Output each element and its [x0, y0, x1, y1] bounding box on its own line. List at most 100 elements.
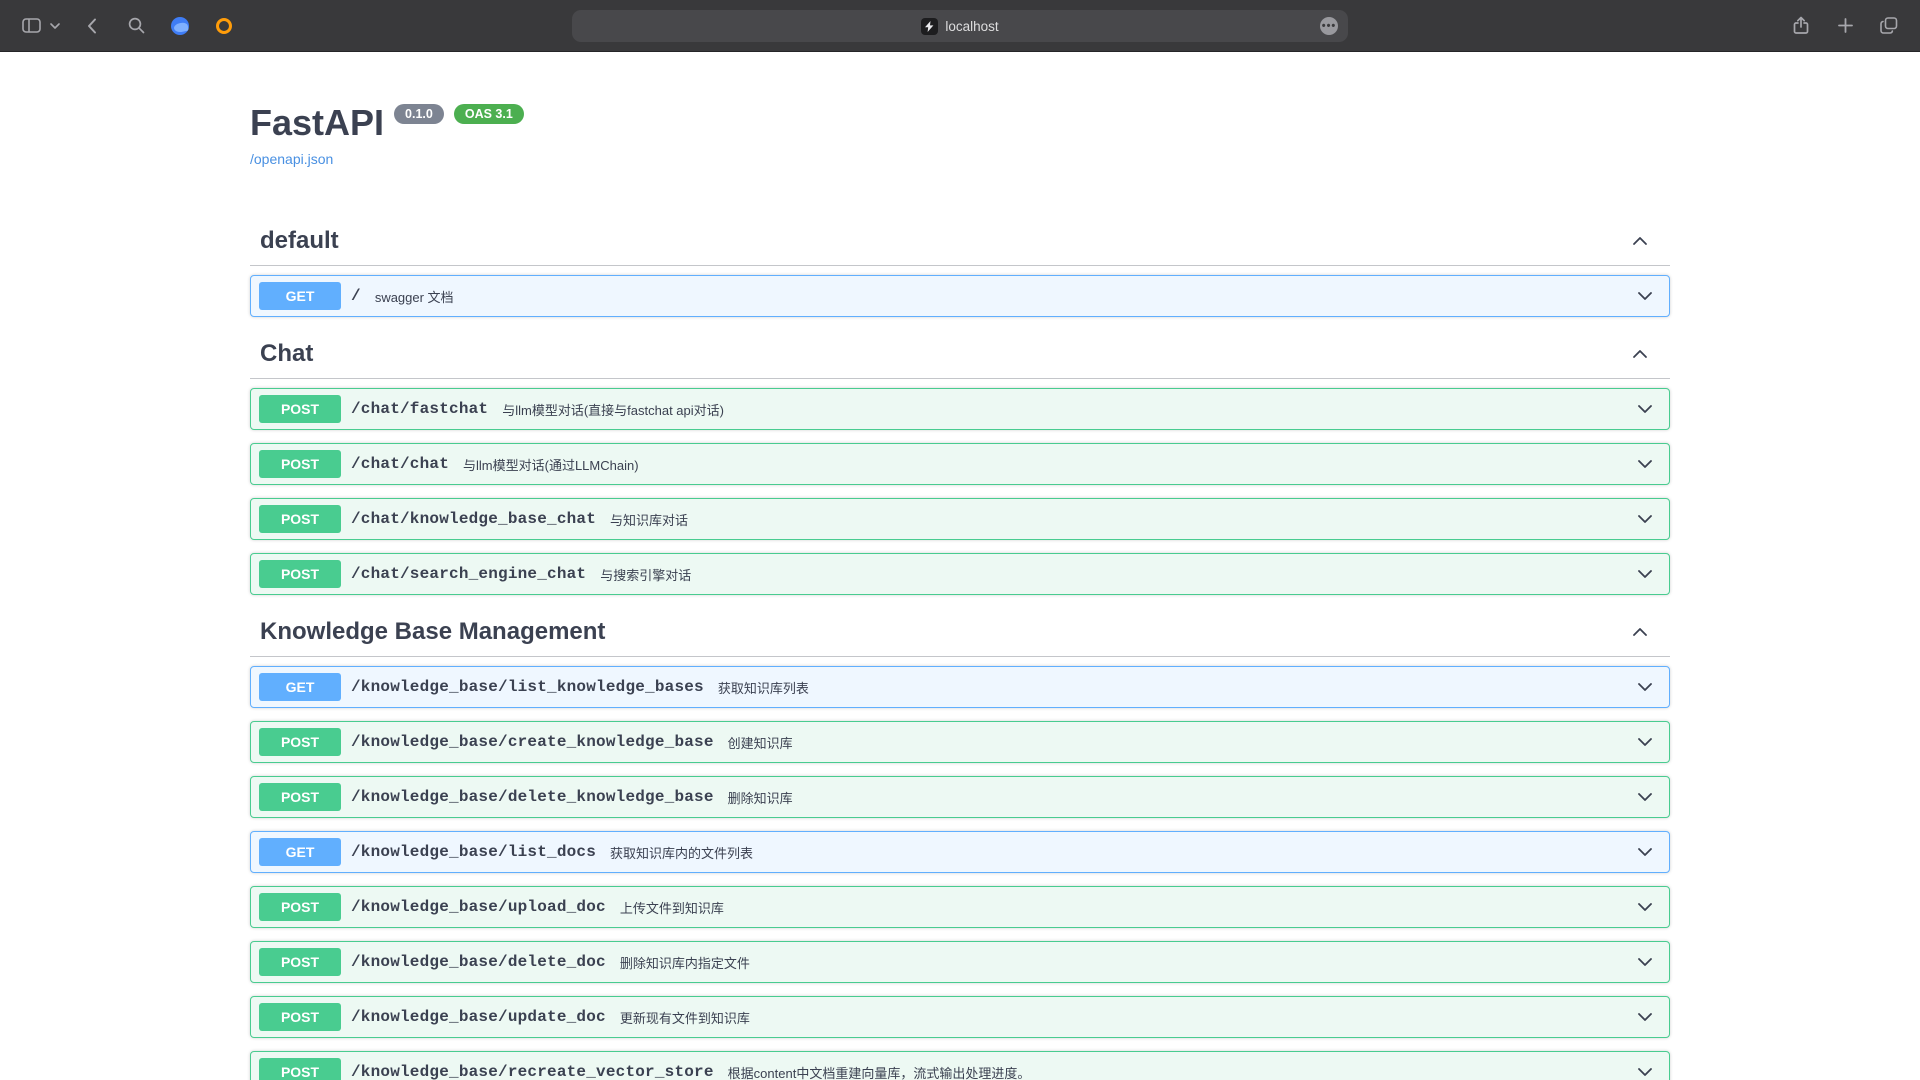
endpoint-summary: 根据content中文档重建向量库，流式输出处理进度。	[728, 1063, 1031, 1080]
expand-endpoint-icon[interactable]	[1635, 286, 1655, 306]
operations-list: POST/chat/fastchat 与llm模型对话(直接与fastchat a…	[250, 379, 1670, 595]
toolbar-right-group	[1788, 13, 1902, 39]
endpoint-row[interactable]: POST/knowledge_base/delete_doc 删除知识库内指定文件	[250, 941, 1670, 983]
endpoint-path: /knowledge_base/list_knowledge_bases	[351, 678, 704, 696]
browser-toolbar: localhost •••	[0, 0, 1920, 52]
swagger-page: FastAPI 0.1.0 OAS 3.1 /openapi.json defa…	[0, 52, 1920, 1080]
method-badge: POST	[259, 1058, 341, 1080]
expand-endpoint-icon[interactable]	[1635, 1007, 1655, 1027]
endpoint-row[interactable]: POST/chat/chat 与llm模型对话(通过LLMChain)	[250, 443, 1670, 485]
method-badge: POST	[259, 505, 341, 533]
endpoint-row[interactable]: POST/knowledge_base/create_knowledge_bas…	[250, 721, 1670, 763]
endpoint-path: /knowledge_base/create_knowledge_base	[351, 733, 714, 751]
expand-endpoint-icon[interactable]	[1635, 897, 1655, 917]
api-sections: default GET / swagger 文档 Chat POST/chat/fastc…	[250, 217, 1670, 1080]
api-info: FastAPI 0.1.0 OAS 3.1 /openapi.json	[250, 52, 1670, 217]
expand-endpoint-icon[interactable]	[1635, 732, 1655, 752]
method-badge: POST	[259, 395, 341, 423]
more-options-icon[interactable]: •••	[1320, 17, 1338, 35]
collapse-section-icon[interactable]	[1630, 344, 1650, 364]
endpoint-summary: 删除知识库	[728, 788, 793, 807]
collapse-section-icon[interactable]	[1630, 622, 1650, 642]
method-badge: POST	[259, 728, 341, 756]
endpoint-summary: 删除知识库内指定文件	[620, 953, 750, 972]
openapi-spec-link[interactable]: /openapi.json	[250, 151, 333, 167]
endpoint-summary: 获取知识库内的文件列表	[610, 843, 753, 862]
endpoint-row[interactable]: POST/chat/search_engine_chat 与搜索引擎对话	[250, 553, 1670, 595]
api-title-text: FastAPI	[250, 102, 384, 144]
endpoint-path: /knowledge_base/update_doc	[351, 1008, 606, 1026]
endpoint-summary: 获取知识库列表	[718, 678, 809, 697]
extension-blue-icon[interactable]	[167, 13, 193, 39]
section-title: Chat	[260, 340, 313, 368]
endpoint-row[interactable]: POST/knowledge_base/recreate_vector_stor…	[250, 1051, 1670, 1080]
search-icon[interactable]	[123, 13, 149, 39]
endpoint-path: /knowledge_base/list_docs	[351, 843, 596, 861]
endpoint-path: /chat/fastchat	[351, 400, 488, 418]
method-badge: GET	[259, 282, 341, 310]
endpoint-row[interactable]: GET / swagger 文档	[250, 275, 1670, 317]
expand-endpoint-icon[interactable]	[1635, 952, 1655, 972]
section-header-default[interactable]: default	[250, 217, 1670, 266]
extension-orange-icon[interactable]	[211, 13, 237, 39]
expand-endpoint-icon[interactable]	[1635, 842, 1655, 862]
method-badge: POST	[259, 1003, 341, 1031]
endpoint-path: /knowledge_base/delete_doc	[351, 953, 606, 971]
endpoint-path: /chat/chat	[351, 455, 449, 473]
operations-list: GET / swagger 文档	[250, 266, 1670, 317]
endpoint-path: /	[351, 287, 361, 305]
endpoint-summary: 与llm模型对话(通过LLMChain)	[463, 455, 639, 474]
sidebar-toggle-icon[interactable]	[18, 13, 44, 39]
back-icon[interactable]	[79, 13, 105, 39]
endpoint-summary: 创建知识库	[728, 733, 793, 752]
expand-endpoint-icon[interactable]	[1635, 399, 1655, 419]
share-icon[interactable]	[1788, 13, 1814, 39]
section-title: Knowledge Base Management	[260, 618, 605, 646]
endpoint-path: /knowledge_base/upload_doc	[351, 898, 606, 916]
endpoint-path: /knowledge_base/delete_knowledge_base	[351, 788, 714, 806]
method-badge: GET	[259, 673, 341, 701]
expand-endpoint-icon[interactable]	[1635, 454, 1655, 474]
api-section-chat: Chat POST/chat/fastchat 与llm模型对话(直接与fastch…	[250, 330, 1670, 595]
new-tab-icon[interactable]	[1832, 13, 1858, 39]
expand-endpoint-icon[interactable]	[1635, 787, 1655, 807]
endpoint-path: /chat/search_engine_chat	[351, 565, 586, 583]
oas-badge: OAS 3.1	[454, 104, 524, 125]
method-badge: POST	[259, 560, 341, 588]
method-badge: POST	[259, 948, 341, 976]
expand-endpoint-icon[interactable]	[1635, 564, 1655, 584]
endpoint-summary: swagger 文档	[375, 287, 454, 306]
endpoint-row[interactable]: POST/knowledge_base/delete_knowledge_bas…	[250, 776, 1670, 818]
method-badge: POST	[259, 450, 341, 478]
expand-endpoint-icon[interactable]	[1635, 1062, 1655, 1080]
expand-endpoint-icon[interactable]	[1635, 509, 1655, 529]
endpoint-row[interactable]: POST/knowledge_base/upload_doc 上传文件到知识库	[250, 886, 1670, 928]
section-header-chat[interactable]: Chat	[250, 330, 1670, 379]
chevron-down-icon[interactable]	[49, 13, 61, 39]
endpoint-summary: 与搜索引擎对话	[600, 565, 691, 584]
api-section-knowledge-base-management: Knowledge Base Management GET/knowledge_b…	[250, 608, 1670, 1080]
collapse-section-icon[interactable]	[1630, 231, 1650, 251]
tab-overview-icon[interactable]	[1876, 13, 1902, 39]
endpoint-summary: 与llm模型对话(直接与fastchat api对话)	[502, 400, 724, 419]
section-title: default	[260, 227, 339, 255]
method-badge: GET	[259, 838, 341, 866]
endpoint-row[interactable]: POST/chat/knowledge_base_chat与知识库对话	[250, 498, 1670, 540]
url-bar[interactable]: localhost •••	[572, 10, 1348, 42]
endpoint-row[interactable]: GET/knowledge_base/list_docs 获取知识库内的文件列表	[250, 831, 1670, 873]
endpoint-path: /knowledge_base/recreate_vector_store	[351, 1063, 714, 1080]
endpoint-row[interactable]: GET/knowledge_base/list_knowledge_bases 获…	[250, 666, 1670, 708]
endpoint-summary: 上传文件到知识库	[620, 898, 724, 917]
version-badge: 0.1.0	[394, 104, 444, 125]
url-text: localhost	[945, 19, 998, 34]
endpoint-row[interactable]: POST/knowledge_base/update_doc更新现有文件到知识库	[250, 996, 1670, 1038]
page-title: FastAPI 0.1.0 OAS 3.1	[250, 102, 1670, 144]
site-favicon	[921, 18, 938, 35]
expand-endpoint-icon[interactable]	[1635, 677, 1655, 697]
endpoint-path: /chat/knowledge_base_chat	[351, 510, 596, 528]
endpoint-row[interactable]: POST/chat/fastchat 与llm模型对话(直接与fastchat a…	[250, 388, 1670, 430]
method-badge: POST	[259, 893, 341, 921]
section-header-knowledge-base-management[interactable]: Knowledge Base Management	[250, 608, 1670, 657]
method-badge: POST	[259, 783, 341, 811]
operations-list: GET/knowledge_base/list_knowledge_bases 获…	[250, 657, 1670, 1080]
